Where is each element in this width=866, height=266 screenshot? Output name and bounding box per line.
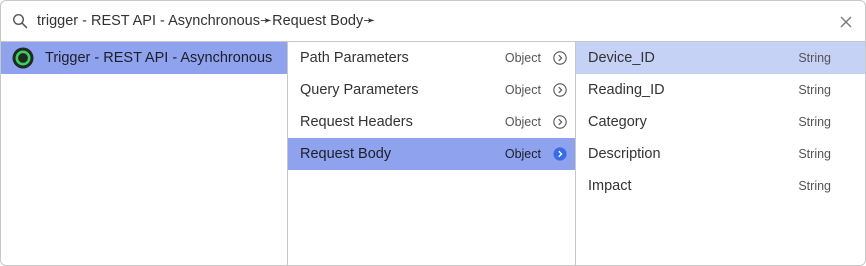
- chevron-right-circle-icon[interactable]: [553, 147, 567, 161]
- list-item-path-parameters[interactable]: Path Parameters Object: [288, 42, 575, 74]
- type-label: String: [798, 83, 831, 97]
- field-label: Device_ID: [588, 50, 655, 66]
- field-label: Category: [588, 114, 647, 130]
- search-icon: [12, 13, 28, 29]
- trigger-node-icon: [12, 47, 34, 69]
- field-item-impact[interactable]: Impact String: [576, 170, 865, 202]
- field-label: Impact: [588, 178, 632, 194]
- type-label: String: [798, 179, 831, 193]
- field-label: Reading_ID: [588, 82, 665, 98]
- type-label: String: [798, 147, 831, 161]
- trigger-item[interactable]: Trigger - REST API - Asynchronous: [1, 42, 287, 74]
- list-item-request-headers[interactable]: Request Headers Object: [288, 106, 575, 138]
- type-label: String: [798, 115, 831, 129]
- trigger-column: Trigger - REST API - Asynchronous: [1, 42, 288, 265]
- field-item-category[interactable]: Category String: [576, 106, 865, 138]
- type-label: Object: [504, 147, 541, 161]
- list-item-label: Path Parameters: [300, 50, 409, 66]
- type-label: Object: [504, 51, 541, 65]
- search-breadcrumb[interactable]: trigger - REST API - Asynchronous➛Reques…: [37, 1, 375, 42]
- type-label: String: [798, 51, 831, 65]
- trigger-item-label: Trigger - REST API - Asynchronous: [45, 50, 273, 66]
- list-item-query-parameters[interactable]: Query Parameters Object: [288, 74, 575, 106]
- close-icon[interactable]: [839, 15, 853, 29]
- field-item-device-id[interactable]: Device_ID String: [576, 42, 865, 74]
- list-item-label: Query Parameters: [300, 82, 419, 98]
- request-parts-column: Path Parameters Object Query Parameters …: [288, 42, 576, 265]
- list-item-label: Request Body: [300, 146, 392, 162]
- type-label: Object: [504, 83, 541, 97]
- field-item-description[interactable]: Description String: [576, 138, 865, 170]
- chevron-right-circle-icon[interactable]: [553, 83, 567, 97]
- type-label: Object: [504, 115, 541, 129]
- request-body-fields-column: Device_ID String Reading_ID String Categ…: [576, 42, 865, 265]
- field-item-reading-id[interactable]: Reading_ID String: [576, 74, 865, 106]
- list-item-label: Request Headers: [300, 114, 413, 130]
- list-item-request-body[interactable]: Request Body Object: [288, 138, 575, 170]
- data-picker-panel: trigger - REST API - Asynchronous➛Reques…: [0, 0, 866, 266]
- chevron-right-circle-icon[interactable]: [553, 51, 567, 65]
- search-bar[interactable]: trigger - REST API - Asynchronous➛Reques…: [1, 1, 865, 42]
- field-label: Description: [588, 146, 661, 162]
- chevron-right-circle-icon[interactable]: [553, 115, 567, 129]
